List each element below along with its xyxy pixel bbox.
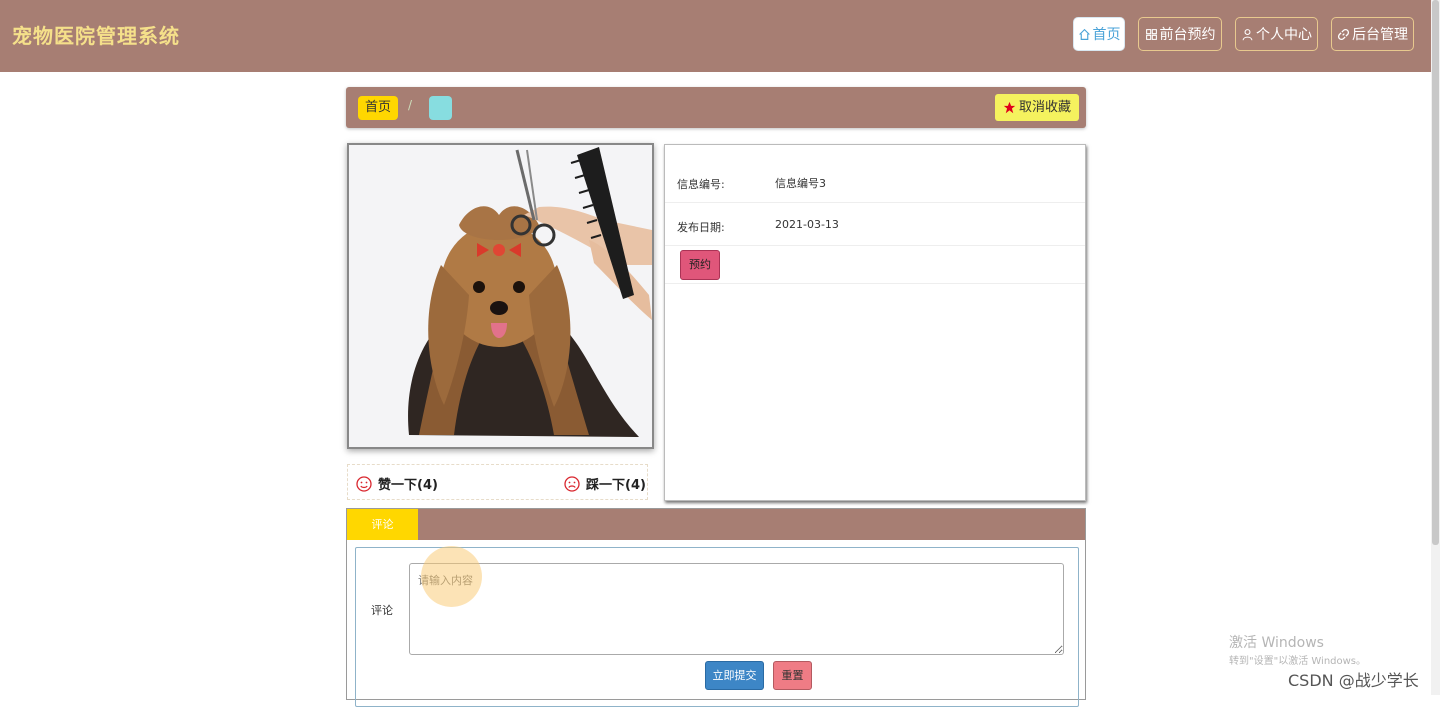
site-title: 宠物医院管理系统 [12,24,180,48]
detail-label: 信息编号: [677,178,725,191]
dislike-label: 踩一下(4) [586,478,646,493]
detail-value: 信息编号3 [775,177,826,190]
tab-comments[interactable]: 评论 [347,509,418,540]
cancel-favorite-label: 取消收藏 [1018,100,1071,115]
like-button[interactable]: 赞一下(4) [356,474,438,493]
page-scrollbar[interactable] [1431,0,1440,695]
nav-personal-center-label: 个人中心 [1256,27,1312,43]
breadcrumb-separator: / [408,98,413,112]
comment-tabs: 评论 [346,508,1086,540]
star-icon [1003,101,1016,114]
nav-personal-center[interactable]: 个人中心 [1235,17,1318,51]
breadcrumb-current [429,96,452,120]
top-nav-bar: 宠物医院管理系统 首页 前台预约 个人中心 后台管理 [0,0,1440,72]
detail-row-id: 信息编号: 信息编号3 [665,145,1085,203]
detail-value: 2021-03-13 [775,218,839,231]
detail-label: 发布日期: [677,221,725,234]
vote-bar: 赞一下(4) 踩一下(4) [347,464,648,500]
nav-home[interactable]: 首页 [1073,17,1125,51]
reset-button[interactable]: 重置 [773,661,812,690]
scrollbar-thumb[interactable] [1432,0,1439,545]
csdn-credit: CSDN @战少学长 [1288,671,1419,690]
comment-panel: 评论 立即提交 重置 [346,540,1086,707]
pet-photo [347,143,654,449]
comment-input[interactable] [409,563,1064,655]
nav-front-booking-label: 前台预约 [1159,27,1216,43]
user-icon [1242,28,1253,40]
grid-icon [1145,28,1157,40]
submit-button[interactable]: 立即提交 [705,661,764,690]
link-icon [1337,28,1350,40]
detail-panel: 信息编号: 信息编号3 发布日期: 2021-03-13 预约 [664,144,1086,501]
groomed-dog-image [349,145,652,447]
frown-icon [564,475,580,492]
dislike-button[interactable]: 踩一下(4) [564,474,646,493]
detail-row-actions: 预约 [665,246,1085,284]
cancel-favorite-button[interactable]: 取消收藏 [994,94,1079,121]
home-icon [1078,28,1090,40]
breadcrumb-home[interactable]: 首页 [358,96,399,120]
like-label: 赞一下(4) [378,478,438,493]
book-button[interactable]: 预约 [680,250,720,280]
nav-home-label: 首页 [1092,27,1121,43]
nav-admin[interactable]: 后台管理 [1331,17,1414,51]
smile-icon [356,475,372,492]
comment-field-label: 评论 [371,604,393,617]
windows-activation-subtitle: 转到"设置"以激活 Windows。 [1229,656,1367,667]
breadcrumb: 首页 / 取消收藏 [346,87,1086,128]
comment-form: 评论 立即提交 重置 [355,547,1079,707]
nav-admin-label: 后台管理 [1352,27,1408,43]
detail-row-date: 发布日期: 2021-03-13 [665,203,1085,246]
windows-activation-title: 激活 Windows [1229,635,1324,651]
nav-front-booking[interactable]: 前台预约 [1138,17,1222,51]
